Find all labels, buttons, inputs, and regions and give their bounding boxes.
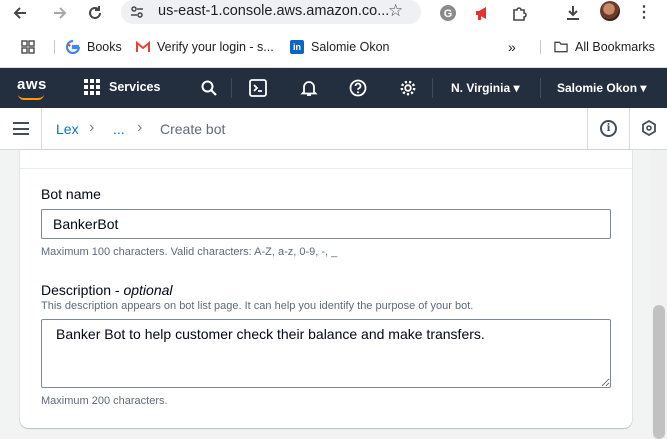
nav-divider xyxy=(540,78,541,98)
grammarly-extension-icon[interactable]: G xyxy=(438,3,458,23)
card-section-divider xyxy=(20,150,632,169)
services-menu[interactable]: Services xyxy=(84,79,160,95)
all-bookmarks[interactable]: All Bookmarks xyxy=(554,39,655,55)
description-label: Description - optional xyxy=(41,282,173,298)
search-icon[interactable] xyxy=(198,77,220,99)
back-arrow-icon[interactable] xyxy=(9,2,31,24)
bookmark-salomie-okon[interactable]: in Salomie Okon xyxy=(290,39,390,55)
scrollbar-thumb[interactable] xyxy=(653,305,665,439)
chevron-right-icon: › xyxy=(137,119,143,136)
reload-icon[interactable] xyxy=(84,2,106,24)
description-constraint: Maximum 200 characters. xyxy=(41,395,168,407)
divider xyxy=(629,108,630,150)
cloudshell-icon[interactable] xyxy=(247,77,269,99)
nav-divider xyxy=(432,78,433,98)
security-hexagon-icon[interactable] xyxy=(641,120,657,136)
all-bookmarks-label: All Bookmarks xyxy=(575,40,655,54)
description-label-text: Description - xyxy=(41,282,124,298)
services-grid-icon xyxy=(84,79,100,95)
google-icon xyxy=(66,40,80,54)
aws-top-nav: aws Services N. Virginia ▾ Salomie Okon … xyxy=(0,68,667,108)
services-label: Services xyxy=(109,80,161,94)
bookmark-label: Books xyxy=(87,40,122,54)
bookmarks-bar: Books Verify your login - s... in Salomi… xyxy=(0,26,667,68)
svg-text:G: G xyxy=(444,8,453,20)
browser-menu-icon[interactable]: ⋮ xyxy=(636,2,652,22)
settings-gear-icon[interactable] xyxy=(397,77,419,99)
breadcrumb-bar: Lex › ... › Create bot i xyxy=(0,108,667,150)
address-bar[interactable]: us-east-1.console.aws.amazon.co... xyxy=(121,0,421,24)
bookmark-label: Verify your login - s... xyxy=(157,40,274,54)
download-icon[interactable] xyxy=(563,3,583,23)
chevron-right-icon: › xyxy=(89,119,95,136)
description-textarea[interactable]: Banker Bot to help customer check their … xyxy=(41,319,611,388)
notifications-bell-icon[interactable] xyxy=(298,77,320,99)
linkedin-icon: in xyxy=(290,40,304,54)
browser-toolbar: us-east-1.console.aws.amazon.co... ☆ G ⋮ xyxy=(0,0,667,26)
folder-icon xyxy=(554,40,568,54)
more-bookmarks-chevron-icon[interactable]: » xyxy=(508,39,516,55)
bookmark-star-icon[interactable]: ☆ xyxy=(388,1,403,21)
forward-arrow-icon[interactable] xyxy=(49,2,71,24)
help-icon[interactable] xyxy=(347,77,369,99)
url-text[interactable]: us-east-1.console.aws.amazon.co... xyxy=(158,3,389,19)
bookmark-separator xyxy=(54,40,55,54)
bot-name-label: Bot name xyxy=(41,186,101,202)
bookmark-label: Salomie Okon xyxy=(311,40,390,54)
profile-avatar[interactable] xyxy=(600,1,620,21)
site-info-icon[interactable] xyxy=(130,5,144,19)
megaphone-extension-icon[interactable] xyxy=(473,3,493,23)
apps-grid-icon[interactable] xyxy=(17,36,39,58)
nav-divider xyxy=(231,78,232,98)
info-icon[interactable]: i xyxy=(600,120,617,137)
bot-name-input[interactable] xyxy=(41,209,611,239)
breadcrumb-current: Create bot xyxy=(160,121,226,137)
aws-smile-icon xyxy=(18,94,44,100)
breadcrumb-ellipsis[interactable]: ... xyxy=(113,121,125,137)
divider xyxy=(587,108,588,150)
extensions-puzzle-icon[interactable] xyxy=(510,3,530,23)
description-help: This description appears on bot list pag… xyxy=(41,300,474,312)
bookmark-books[interactable]: Books xyxy=(66,39,122,55)
gmail-icon xyxy=(136,40,150,54)
hamburger-menu-icon[interactable] xyxy=(13,122,29,135)
account-menu[interactable]: Salomie Okon ▾ xyxy=(557,81,646,95)
bookmark-separator xyxy=(540,40,541,54)
divider xyxy=(41,108,42,150)
optional-tag: optional xyxy=(123,282,173,298)
bot-name-constraint: Maximum 100 characters. Valid characters… xyxy=(41,246,338,258)
region-selector[interactable]: N. Virginia ▾ xyxy=(451,81,519,95)
aws-logo[interactable]: aws xyxy=(17,76,47,93)
bookmark-verify-login[interactable]: Verify your login - s... xyxy=(136,39,274,55)
breadcrumb-lex[interactable]: Lex xyxy=(56,121,79,137)
